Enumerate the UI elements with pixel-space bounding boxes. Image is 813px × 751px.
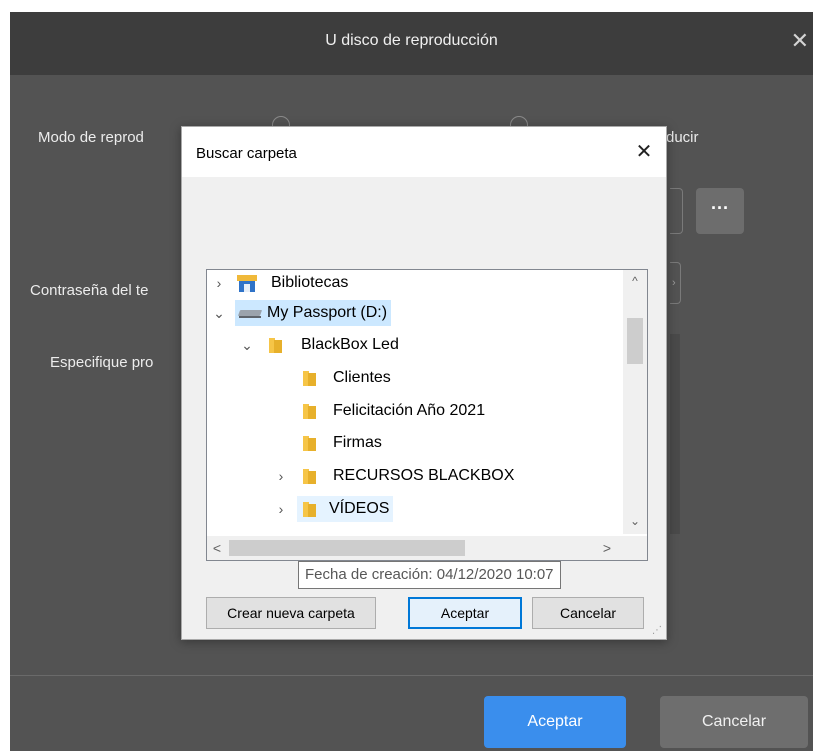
browse-more-button[interactable]: ··· <box>696 188 744 234</box>
scroll-up-icon[interactable]: ^ <box>623 270 647 292</box>
path-field[interactable] <box>670 188 683 234</box>
tree-item-blackbox-led[interactable]: ⌄ BlackBox Led <box>207 332 623 358</box>
vertical-scroll-thumb[interactable] <box>627 318 643 364</box>
accept-button[interactable]: Aceptar <box>484 696 626 748</box>
browse-folder-dialog: Buscar carpeta ✕ › Bibliotecas ⌄ My Pass… <box>181 126 667 640</box>
folder-cancel-button[interactable]: Cancelar <box>532 597 644 629</box>
tree-item-felicitacion[interactable]: Felicitación Año 2021 <box>207 398 623 424</box>
folder-accept-button[interactable]: Aceptar <box>408 597 522 629</box>
tree-item-label: Felicitación Año 2021 <box>333 402 486 419</box>
folder-icon <box>303 502 316 517</box>
dialog-title: U disco de reproducción <box>325 32 498 49</box>
cancel-button[interactable]: Cancelar <box>660 696 808 748</box>
playback-mode-option-label: ducir <box>666 129 699 146</box>
tree-item-bibliotecas[interactable]: › Bibliotecas <box>207 270 623 296</box>
tree-item-clientes[interactable]: Clientes <box>207 365 623 391</box>
new-folder-button[interactable]: Crear nueva carpeta <box>206 597 376 629</box>
folder-icon <box>303 404 316 419</box>
folder-dialog-titlebar: Buscar carpeta ✕ <box>182 127 666 177</box>
horizontal-scroll-thumb[interactable] <box>229 540 465 556</box>
tree-item-label: RECURSOS BLACKBOX <box>333 467 515 484</box>
scroll-left-icon[interactable]: < <box>207 536 227 560</box>
chevron-down-icon[interactable]: ⌄ <box>211 300 227 326</box>
chevron-right-icon[interactable]: › <box>273 463 289 489</box>
folder-dialog-close-icon[interactable]: ✕ <box>630 139 658 165</box>
tree-item-videos[interactable]: › VÍDEOS <box>207 496 623 522</box>
scroll-right-icon[interactable]: > <box>597 536 617 560</box>
tree-item-firmas[interactable]: Firmas <box>207 430 623 456</box>
library-icon <box>237 275 257 292</box>
footer-divider <box>10 675 813 676</box>
password-label: Contraseña del te <box>30 282 149 299</box>
vertical-scrollbar[interactable]: ^ ⌄ <box>623 270 647 534</box>
close-icon[interactable]: ✕ <box>791 30 809 52</box>
chevron-right-icon: › <box>672 277 676 289</box>
chevron-right-icon[interactable]: › <box>211 270 227 296</box>
specify-label: Especifique pro <box>50 354 154 371</box>
drive-icon <box>237 310 263 318</box>
chevron-down-icon[interactable]: ⌄ <box>239 332 255 358</box>
playback-mode-label: Modo de reprod <box>38 129 144 146</box>
folder-icon <box>303 469 316 484</box>
folder-icon <box>303 436 316 451</box>
tree-item-label: Firmas <box>333 434 382 451</box>
folder-icon <box>303 371 316 386</box>
tree-item-recursos-blackbox[interactable]: › RECURSOS BLACKBOX <box>207 463 623 489</box>
creation-date-tooltip: Fecha de creación: 04/12/2020 10:07 <box>298 561 561 589</box>
tree-item-my-passport[interactable]: ⌄ My Passport (D:) <box>207 300 623 326</box>
folder-icon <box>269 338 282 353</box>
scroll-down-icon[interactable]: ⌄ <box>623 510 647 532</box>
tree-item-label: Bibliotecas <box>271 274 349 291</box>
chevron-right-icon[interactable]: › <box>273 496 289 522</box>
dialog-titlebar: U disco de reproducción ✕ <box>10 12 813 75</box>
horizontal-scrollbar[interactable]: < > <box>207 536 623 560</box>
tree-item-label: BlackBox Led <box>301 336 399 353</box>
folder-tree[interactable]: › Bibliotecas ⌄ My Passport (D:) ⌄ Black… <box>206 269 648 561</box>
resize-grip-icon[interactable]: ⋰ <box>652 625 664 637</box>
folder-dialog-title: Buscar carpeta <box>196 145 297 162</box>
scroll-corner <box>623 536 647 560</box>
specify-list-area <box>670 334 680 534</box>
tree-item-label: Clientes <box>333 369 391 386</box>
